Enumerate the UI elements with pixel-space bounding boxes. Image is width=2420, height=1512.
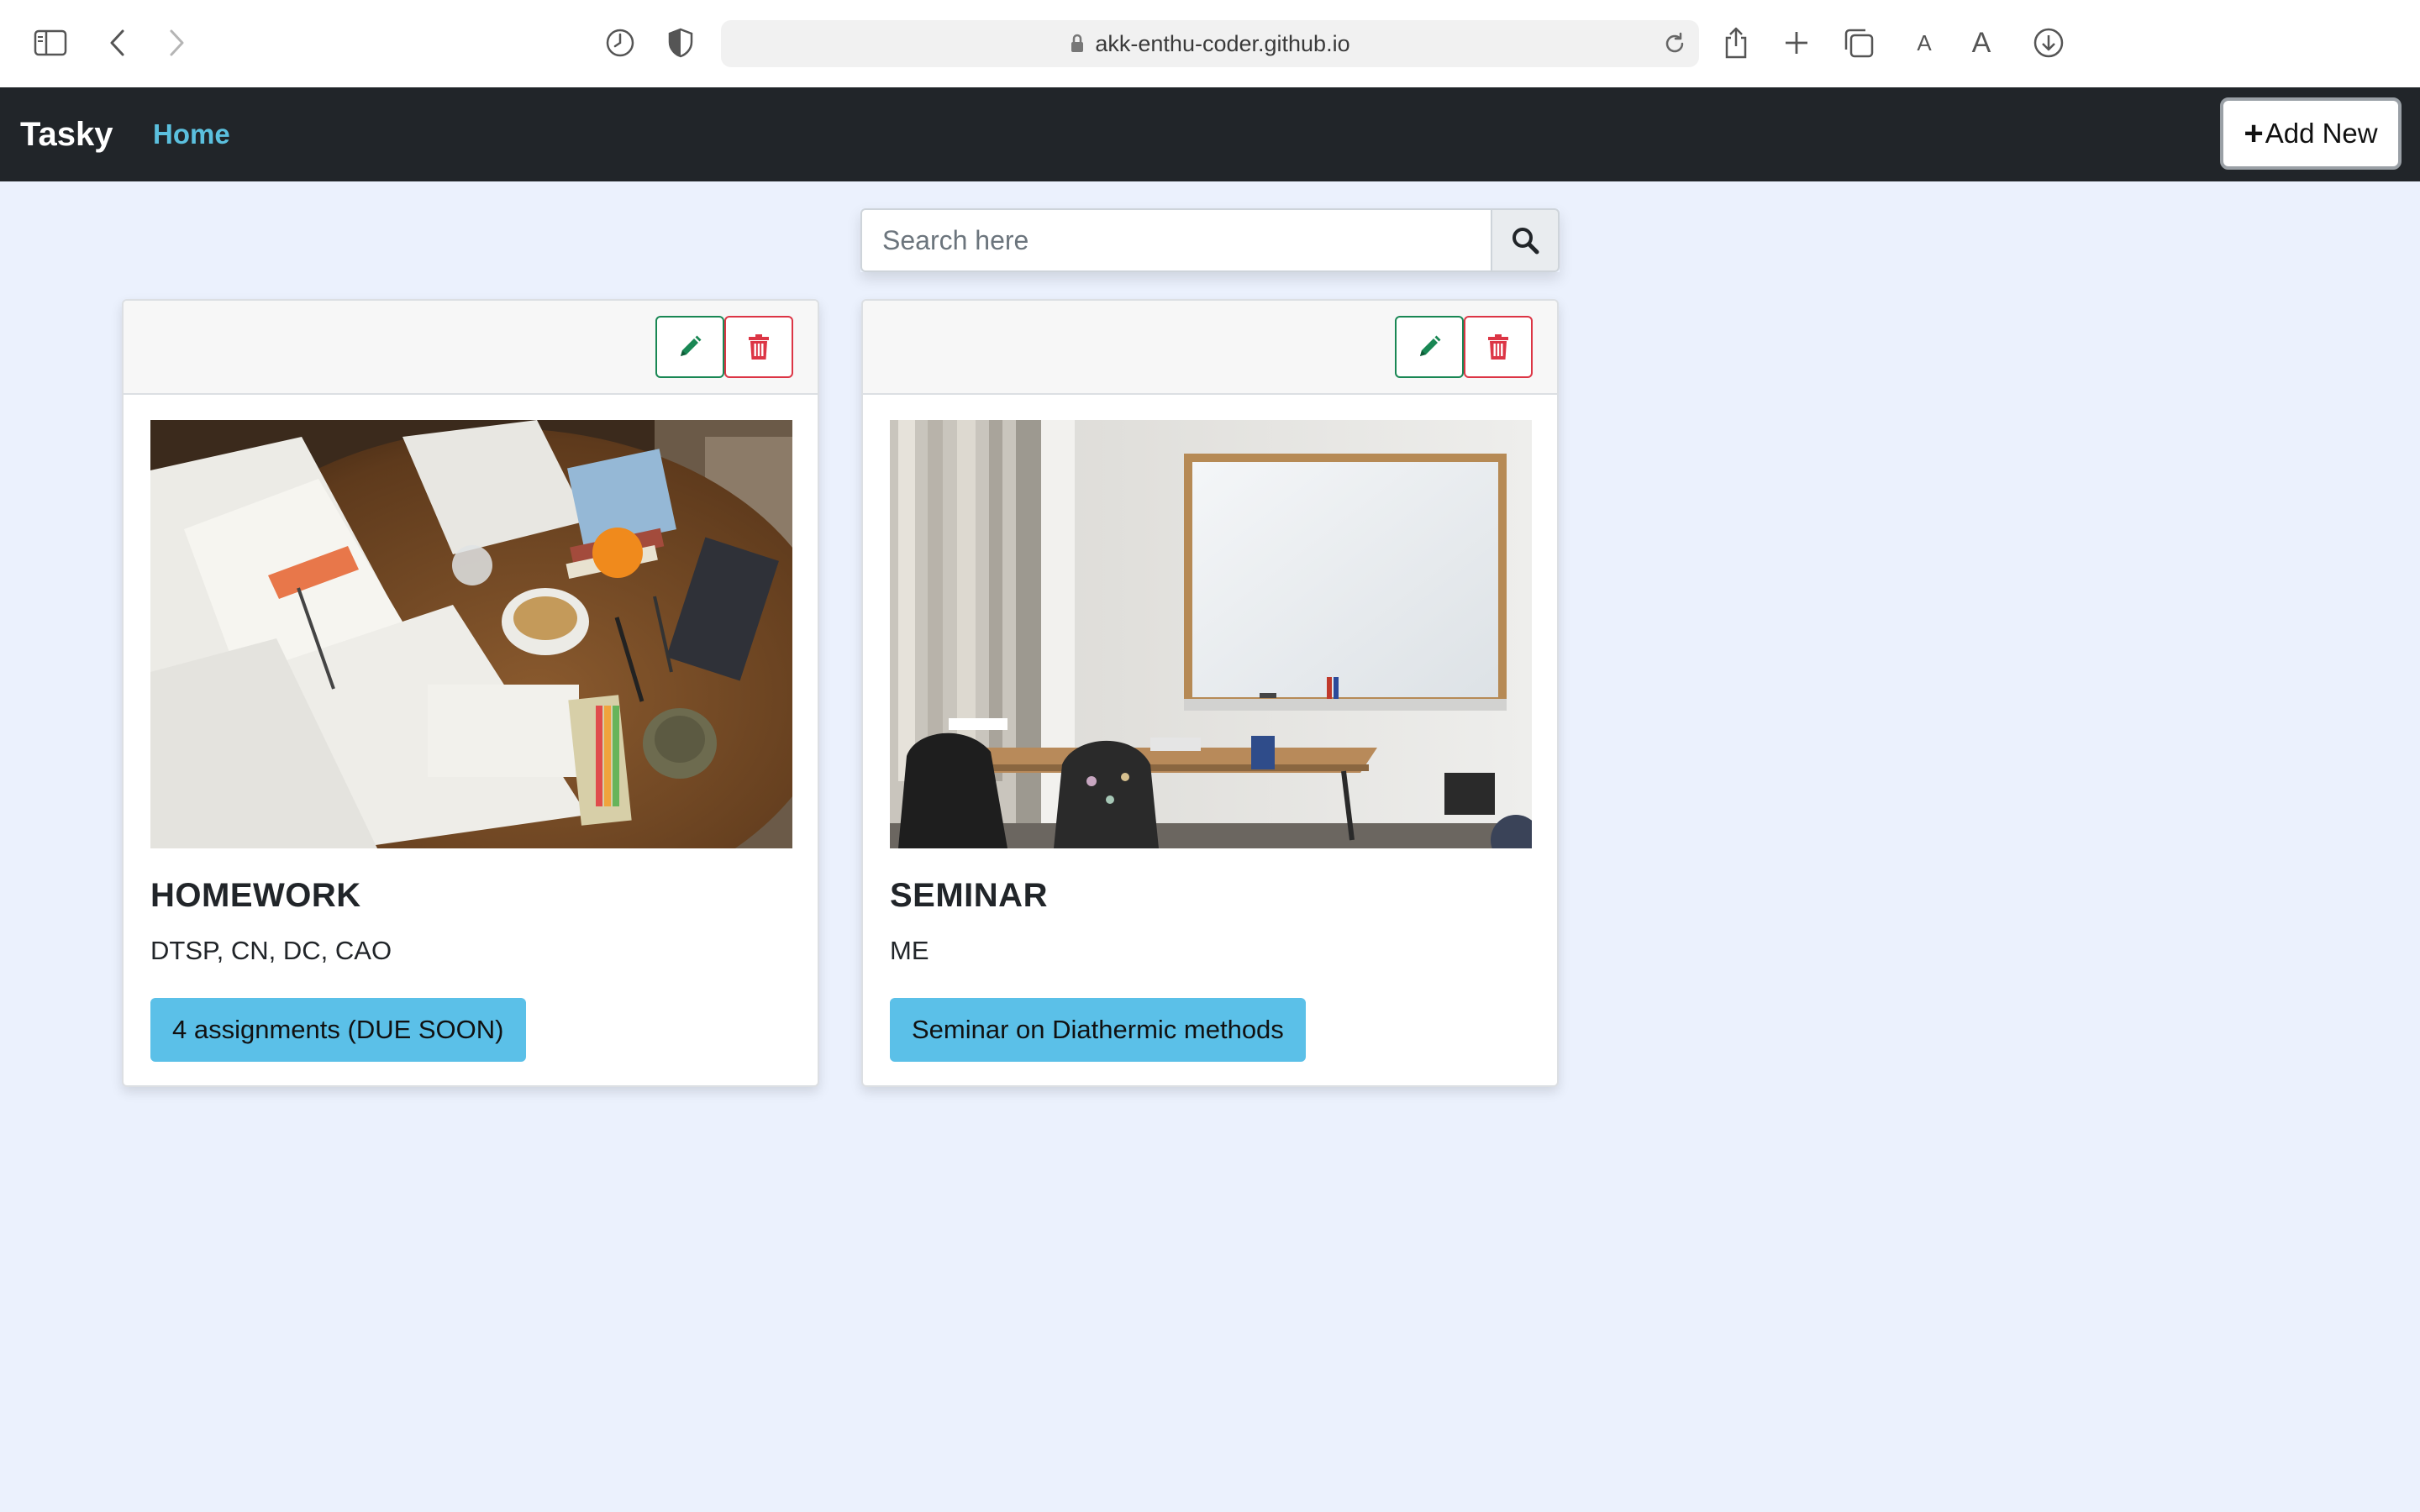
chevron-right-icon[interactable] bbox=[153, 19, 200, 66]
plus-icon[interactable] bbox=[1773, 19, 1820, 66]
card-image bbox=[150, 420, 792, 848]
task-card: HOMEWORK DTSP, CN, DC, CAO 4 assignments… bbox=[122, 299, 819, 1087]
search-input[interactable] bbox=[860, 208, 1491, 272]
sidebar-icon[interactable] bbox=[27, 19, 74, 66]
card-description: DTSP, CN, DC, CAO bbox=[150, 936, 392, 965]
card-header bbox=[863, 301, 1557, 395]
card-badge: 4 assignments (DUE SOON) bbox=[150, 998, 526, 1062]
chevron-left-icon[interactable] bbox=[94, 19, 141, 66]
browser-toolbar: akk-enthu-coder.github.io A A bbox=[0, 0, 2420, 88]
plus-icon: + bbox=[2244, 115, 2264, 152]
add-new-label: Add New bbox=[2265, 118, 2378, 149]
trash-icon bbox=[1488, 334, 1508, 360]
download-icon[interactable] bbox=[2025, 19, 2072, 66]
delete-button[interactable] bbox=[724, 316, 793, 378]
card-title: HOMEWORK bbox=[150, 877, 361, 914]
card-image bbox=[890, 420, 1532, 848]
edit-button[interactable] bbox=[655, 316, 724, 378]
search-group bbox=[860, 208, 1560, 272]
font-larger-button[interactable]: A bbox=[1958, 19, 2005, 66]
font-smaller-button[interactable]: A bbox=[1901, 19, 1948, 66]
share-icon[interactable] bbox=[1712, 19, 1760, 66]
card-description: ME bbox=[890, 936, 929, 965]
card-badge: Seminar on Diathermic methods bbox=[890, 998, 1306, 1062]
card-title: SEMINAR bbox=[890, 877, 1048, 914]
add-new-button[interactable]: + Add New bbox=[2220, 97, 2402, 170]
brand-logo[interactable]: Tasky bbox=[20, 87, 113, 181]
pencil-icon bbox=[1420, 335, 1441, 356]
nav-home-link[interactable]: Home bbox=[153, 87, 230, 181]
clock-icon[interactable] bbox=[597, 19, 644, 66]
task-card: SEMINAR ME Seminar on Diathermic methods bbox=[861, 299, 1559, 1087]
delete-button[interactable] bbox=[1464, 316, 1533, 378]
app-navbar: Tasky Home bbox=[0, 87, 2420, 181]
lock-icon bbox=[1070, 34, 1085, 54]
pencil-icon bbox=[681, 335, 702, 356]
tabs-icon[interactable] bbox=[1835, 19, 1882, 66]
search-button[interactable] bbox=[1491, 208, 1560, 272]
card-header bbox=[124, 301, 818, 395]
shield-icon[interactable] bbox=[657, 19, 704, 66]
url-text: akk-enthu-coder.github.io bbox=[1095, 30, 1350, 56]
trash-icon bbox=[749, 334, 769, 360]
reload-icon[interactable] bbox=[1662, 31, 1687, 56]
search-icon bbox=[1512, 228, 1539, 255]
address-bar[interactable]: akk-enthu-coder.github.io bbox=[721, 20, 1699, 67]
edit-button[interactable] bbox=[1395, 316, 1464, 378]
